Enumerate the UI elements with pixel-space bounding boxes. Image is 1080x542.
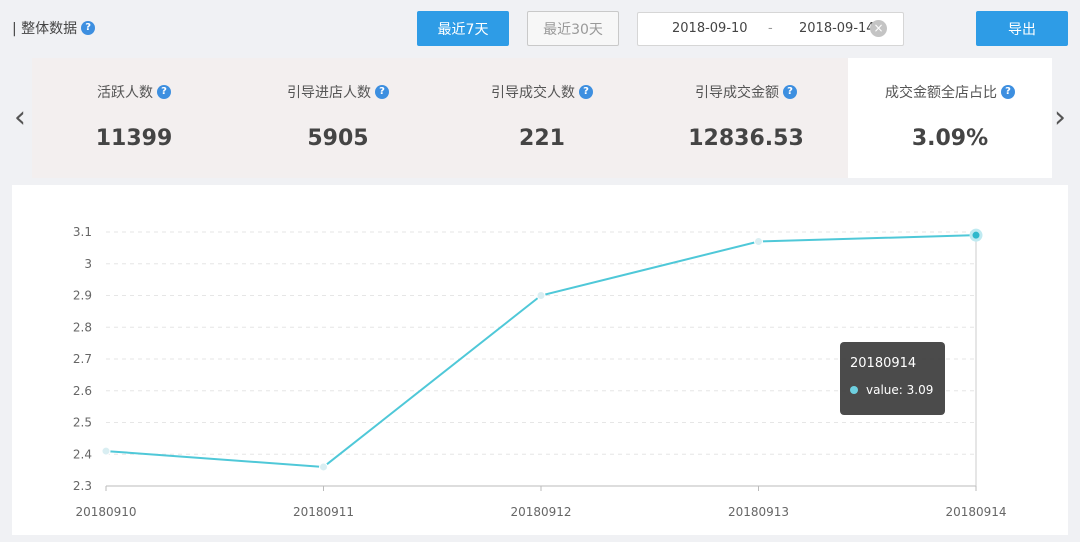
stat-label: 引导成交金额 bbox=[695, 85, 779, 101]
last-7-days-button[interactable]: 最近7天 bbox=[417, 11, 509, 46]
y-tick-label: 2.4 bbox=[73, 447, 92, 461]
export-button[interactable]: 导出 bbox=[976, 11, 1068, 46]
data-point bbox=[319, 462, 328, 472]
x-tick-label: 20180912 bbox=[510, 505, 571, 519]
data-point bbox=[754, 237, 763, 247]
x-tick-label: 20180910 bbox=[75, 505, 136, 519]
y-tick-label: 2.9 bbox=[73, 289, 92, 303]
tooltip-title: 20180914 bbox=[850, 356, 917, 371]
help-icon[interactable]: ? bbox=[81, 21, 96, 35]
stat-label: 引导成交人数 bbox=[491, 85, 575, 101]
y-tick-label: 2.8 bbox=[73, 320, 92, 334]
help-icon[interactable]: ? bbox=[579, 85, 593, 99]
y-tick-label: 2.7 bbox=[73, 352, 92, 366]
stat-label: 引导进店人数 bbox=[287, 85, 371, 101]
help-icon[interactable]: ? bbox=[375, 85, 389, 99]
clear-icon[interactable]: × bbox=[870, 20, 887, 37]
y-tick-label: 2.5 bbox=[73, 416, 92, 430]
toolbar: | 整体数据 ? 最近7天 最近30天 2018-09-10 - 2018-09… bbox=[0, 0, 1080, 56]
x-tick-label: 20180914 bbox=[945, 505, 1006, 519]
chevron-right-icon[interactable]: › bbox=[1048, 98, 1072, 138]
stat-value: 3.09% bbox=[911, 126, 989, 151]
stat-label: 活跃人数 bbox=[97, 85, 153, 101]
stat-value: 12836.53 bbox=[688, 126, 804, 151]
stat-card-guided-amount[interactable]: 引导成交金额? 12836.53 bbox=[644, 58, 848, 178]
y-tick-label: 2.6 bbox=[73, 384, 92, 398]
section-title-text: | 整体数据 bbox=[12, 21, 78, 37]
x-tick-label: 20180911 bbox=[293, 505, 354, 519]
stat-label: 成交金额全店占比 bbox=[885, 85, 997, 101]
x-tick-label: 20180913 bbox=[728, 505, 789, 519]
data-point bbox=[969, 228, 983, 242]
stat-value: 5905 bbox=[307, 126, 369, 151]
chevron-left-icon[interactable]: ‹ bbox=[8, 98, 32, 138]
y-tick-label: 3.1 bbox=[73, 225, 92, 239]
stat-value: 11399 bbox=[95, 126, 173, 151]
y-tick-label: 2.3 bbox=[73, 479, 92, 493]
date-end[interactable]: 2018-09-14 bbox=[799, 21, 875, 36]
stats-carousel: ‹ 活跃人数? 11399 引导进店人数? 5905 引导成交人数? 221 引… bbox=[0, 58, 1080, 180]
stat-value: 221 bbox=[519, 126, 565, 151]
data-point bbox=[101, 446, 111, 456]
help-icon[interactable]: ? bbox=[1001, 85, 1015, 99]
tooltip-value: value: 3.09 bbox=[866, 383, 934, 397]
date-start[interactable]: 2018-09-10 bbox=[672, 21, 748, 36]
chart-tooltip: 20180914 value: 3.09 bbox=[840, 342, 945, 415]
section-title: | 整体数据 ? bbox=[12, 18, 96, 38]
stats-panel: 活跃人数? 11399 引导进店人数? 5905 引导成交人数? 221 引导成… bbox=[32, 58, 1052, 178]
help-icon[interactable]: ? bbox=[157, 85, 171, 99]
stat-card-guided-buyers[interactable]: 引导成交人数? 221 bbox=[440, 58, 644, 178]
series-dot-icon bbox=[850, 386, 858, 394]
stat-card-active-users[interactable]: 活跃人数? 11399 bbox=[32, 58, 236, 178]
date-separator: - bbox=[768, 21, 773, 36]
data-point bbox=[536, 291, 546, 300]
stat-card-amount-share[interactable]: 成交金额全店占比? 3.09% bbox=[848, 58, 1052, 178]
date-range-picker[interactable]: 2018-09-10 - 2018-09-14 × bbox=[637, 12, 904, 46]
stat-card-guided-visitors[interactable]: 引导进店人数? 5905 bbox=[236, 58, 440, 178]
last-30-days-button[interactable]: 最近30天 bbox=[527, 11, 619, 46]
help-icon[interactable]: ? bbox=[783, 85, 797, 99]
y-tick-label: 3 bbox=[84, 257, 92, 271]
